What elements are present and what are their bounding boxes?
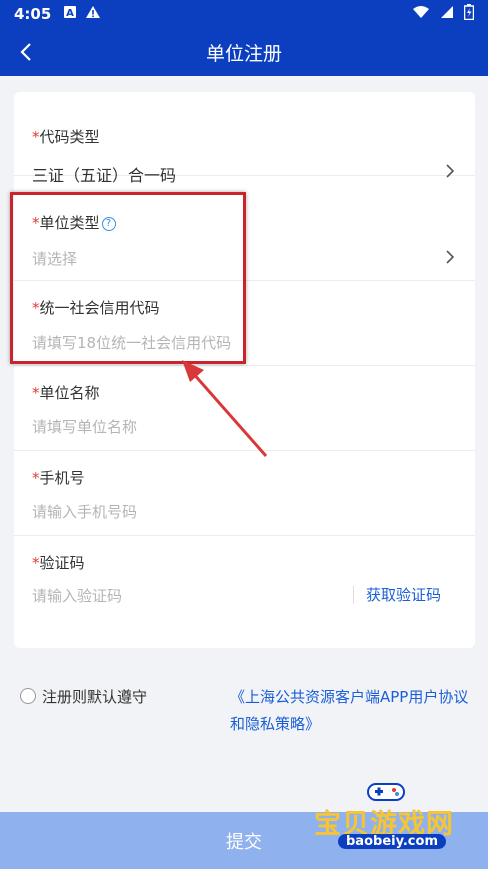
unit-name-label: *单位名称 <box>32 384 100 402</box>
watermark-logo: 宝贝游戏网 baobeiy.com <box>308 780 478 860</box>
status-time: 4:05 <box>14 5 52 23</box>
annotation-arrow <box>182 360 268 457</box>
privacy-link[interactable]: 和隐私策略》 <box>230 713 320 734</box>
signal-icon <box>440 5 454 23</box>
code-type-field[interactable]: *代码类型 三证（五证）合一码 <box>14 92 475 185</box>
warning-icon <box>85 5 101 23</box>
watermark-url: baobeiy.com <box>338 834 446 849</box>
gamepad-icon <box>367 783 405 801</box>
verify-code-label: *验证码 <box>32 554 85 572</box>
code-type-label: *代码类型 <box>32 128 100 146</box>
phone-field[interactable]: *手机号 请输入手机号码 <box>14 451 475 536</box>
get-code-button[interactable]: 获取验证码 <box>366 584 441 605</box>
verify-code-field[interactable]: *验证码 请输入验证码 获取验证码 <box>14 536 475 621</box>
chevron-right-icon <box>443 160 457 182</box>
page-title: 单位注册 <box>205 42 282 65</box>
agreement-text: 注册则默认遵守 <box>42 688 148 706</box>
battery-icon <box>463 4 475 24</box>
divider <box>353 586 354 604</box>
code-type-value: 三证（五证）合一码 <box>32 166 177 185</box>
highlight-box <box>10 192 246 364</box>
svg-text:A: A <box>66 8 74 19</box>
status-bar: 4:05 A <box>0 0 488 28</box>
phone-input[interactable]: 请输入手机号码 <box>32 501 137 522</box>
chevron-right-icon <box>443 246 457 268</box>
back-button[interactable] <box>14 40 38 64</box>
agreement-link[interactable]: 《上海公共资源客户端APP用户协议 <box>230 686 468 707</box>
unit-name-input[interactable]: 请填写单位名称 <box>32 416 137 437</box>
verify-code-input[interactable]: 请输入验证码 <box>32 585 122 606</box>
agreement-row: 注册则默认遵守 《上海公共资源客户端APP用户协议 和隐私策略》 <box>20 686 480 746</box>
sim-icon: A <box>63 5 77 23</box>
chevron-left-icon <box>20 43 31 61</box>
wifi-icon <box>412 5 430 23</box>
submit-label: 提交 <box>226 831 262 853</box>
agree-radio[interactable] <box>20 688 36 704</box>
title-bar: 单位注册 <box>0 28 488 76</box>
phone-label: *手机号 <box>32 469 85 487</box>
